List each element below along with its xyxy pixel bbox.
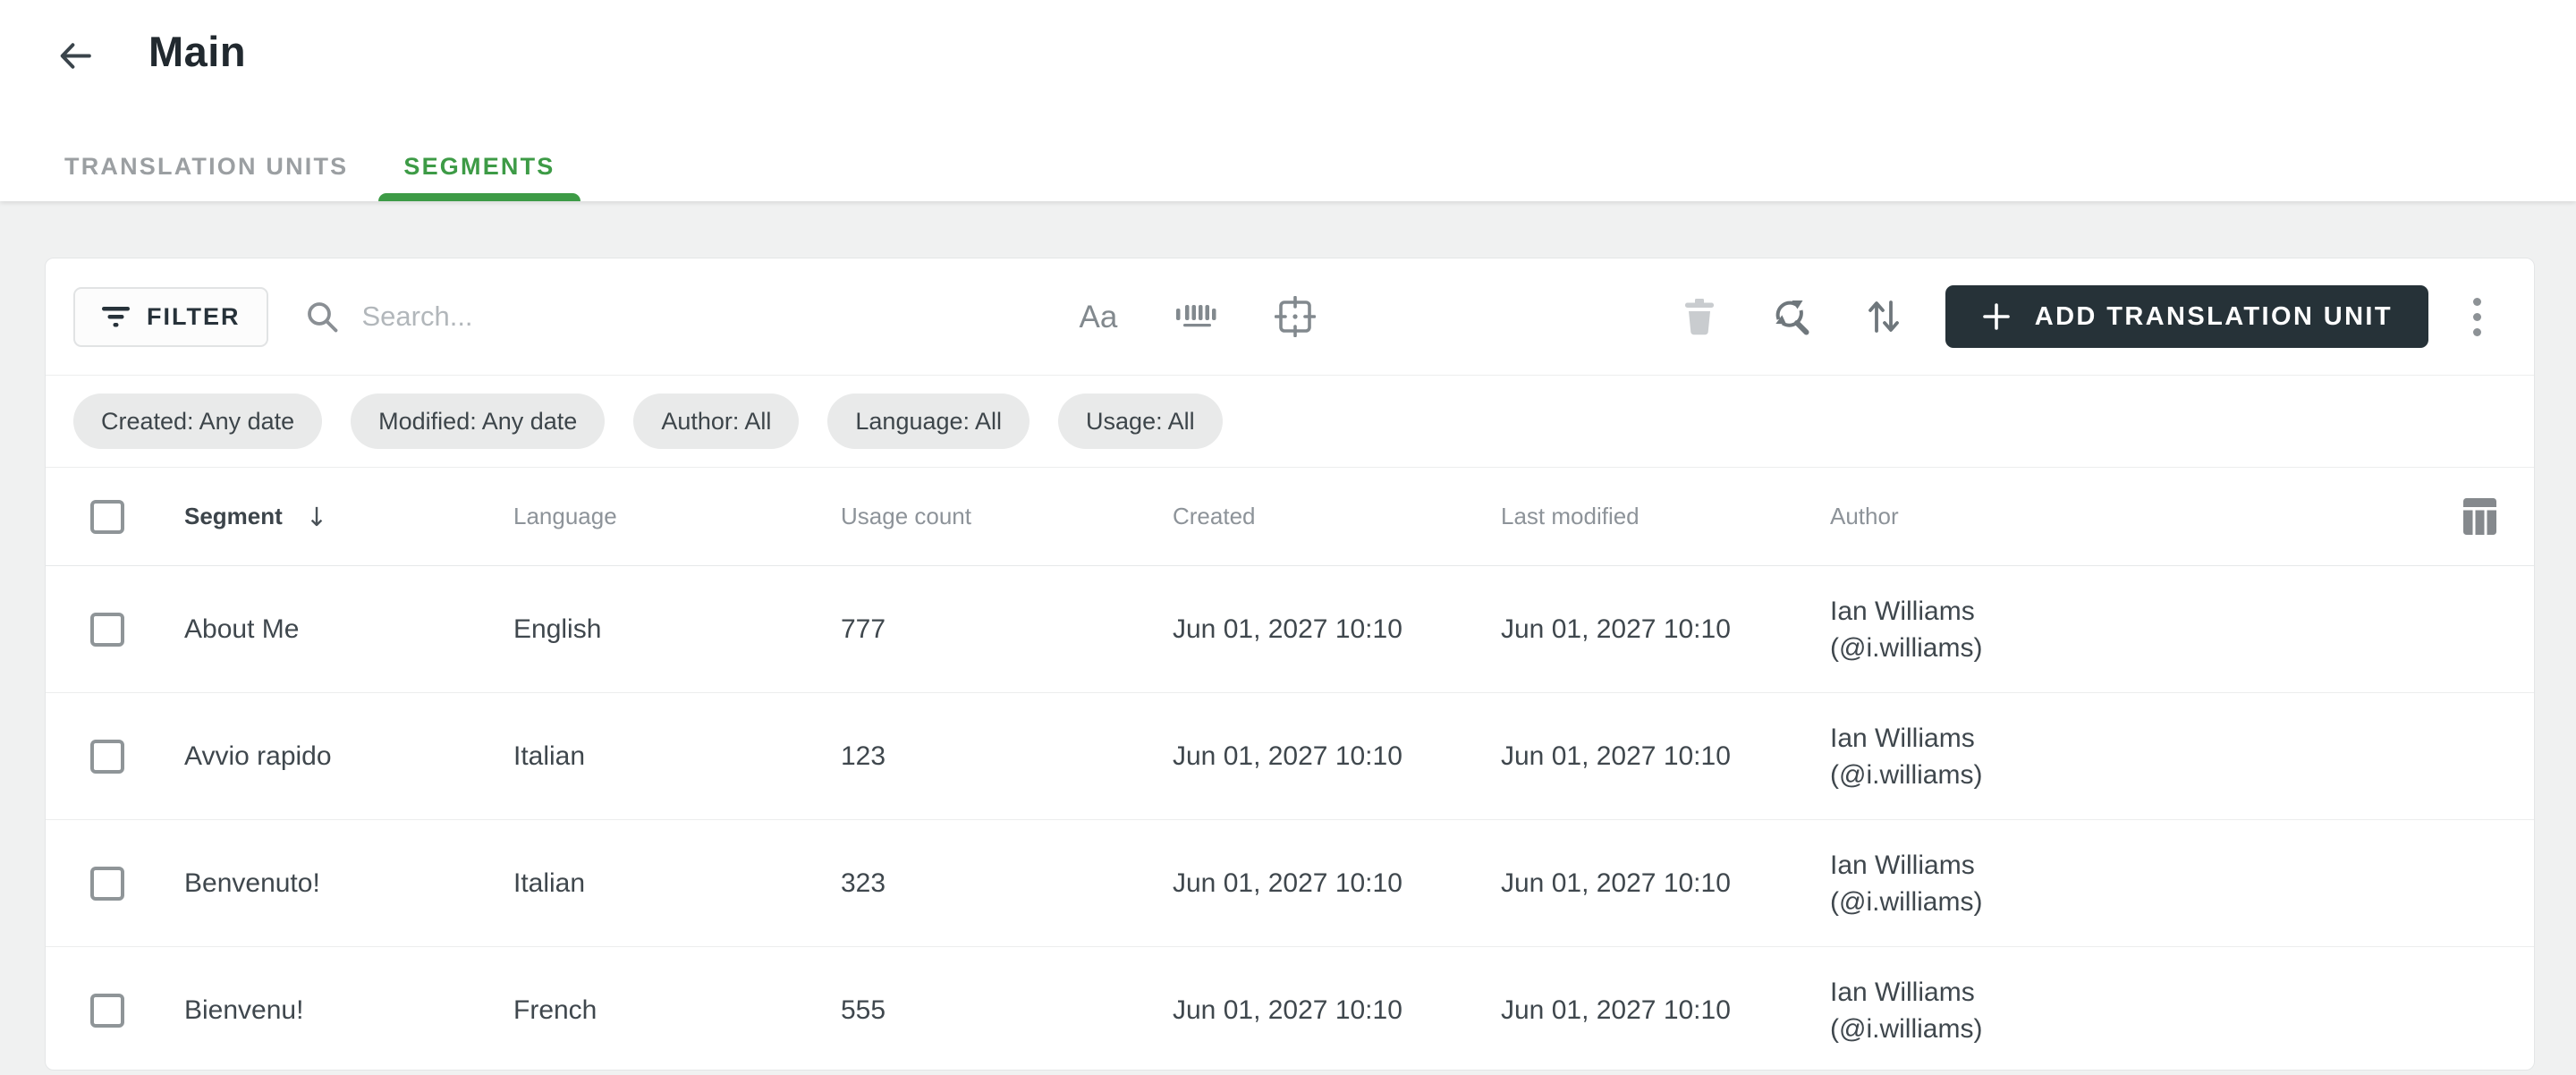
column-header-modified[interactable]: Last modified: [1501, 503, 1830, 530]
more-options-button[interactable]: [2459, 292, 2495, 342]
cell-author: Ian Williams (@i.williams): [1830, 974, 2534, 1047]
cell-author: Ian Williams (@i.williams): [1830, 720, 2534, 793]
cell-segment: Benvenuto!: [184, 868, 320, 898]
plus-icon: [1981, 301, 2012, 332]
author-name: Ian Williams: [1830, 850, 1975, 880]
chip-author[interactable]: Author: All: [633, 394, 800, 449]
tab-bar: TRANSLATION UNITS SEGMENTS: [39, 131, 580, 201]
add-translation-unit-label: ADD TRANSLATION UNIT: [2034, 301, 2393, 331]
author-handle: (@i.williams): [1830, 1013, 1983, 1044]
search-input[interactable]: [361, 300, 988, 333]
chip-modified[interactable]: Modified: Any date: [351, 394, 606, 449]
cell-segment: Bienvenu!: [184, 995, 304, 1025]
row-checkbox[interactable]: [90, 993, 124, 1028]
tab-segments[interactable]: SEGMENTS: [378, 131, 580, 201]
column-header-author[interactable]: Author: [1830, 503, 1899, 530]
header-checkbox-cell: [46, 499, 184, 534]
cell-modified: Jun 01, 2027 10:10: [1501, 614, 1731, 644]
toolbar: FILTER Aa: [46, 258, 2534, 376]
cell-created: Jun 01, 2027 10:10: [1173, 614, 1402, 644]
cell-language: Italian: [513, 868, 586, 898]
author-name: Ian Williams: [1830, 723, 1975, 753]
cell-usage: 555: [841, 995, 886, 1025]
search-options: Aa: [1079, 296, 1317, 337]
header-author-and-columns: Author: [1830, 498, 2534, 535]
column-header-language[interactable]: Language: [513, 503, 841, 530]
sort-arrows-icon[interactable]: [1865, 296, 1902, 337]
cell-language: Italian: [513, 741, 586, 771]
author-name: Ian Williams: [1830, 596, 1975, 626]
table-row[interactable]: Bienvenu! French 555 Jun 01, 2027 10:10 …: [46, 947, 2534, 1070]
app-header: Main TRANSLATION UNITS SEGMENTS: [0, 0, 2576, 201]
table-header-row: Segment ↓ Language Usage count Created L…: [46, 468, 2534, 566]
table-row[interactable]: About Me English 777 Jun 01, 2027 10:10 …: [46, 566, 2534, 693]
column-header-usage[interactable]: Usage count: [841, 503, 1173, 530]
chip-language[interactable]: Language: All: [827, 394, 1030, 449]
select-all-checkbox[interactable]: [90, 499, 124, 534]
filter-chips-row: Created: Any date Modified: Any date Aut…: [46, 376, 2534, 468]
sort-desc-icon[interactable]: ↓: [306, 502, 327, 532]
cell-created: Jun 01, 2027 10:10: [1173, 741, 1402, 771]
row-checkbox[interactable]: [90, 866, 124, 901]
page-title: Main: [148, 28, 247, 75]
add-translation-unit-button[interactable]: ADD TRANSLATION UNIT: [1945, 285, 2428, 348]
cell-modified: Jun 01, 2027 10:10: [1501, 741, 1731, 771]
author-handle: (@i.williams): [1830, 759, 1983, 790]
cell-usage: 123: [841, 741, 886, 771]
column-header-segment[interactable]: Segment ↓: [184, 502, 513, 532]
tab-translation-units[interactable]: TRANSLATION UNITS: [39, 131, 373, 201]
cell-usage: 323: [841, 868, 886, 898]
filter-button-label: FILTER: [147, 302, 241, 330]
arrow-left-icon: [55, 36, 96, 76]
author-name: Ian Williams: [1830, 977, 1975, 1007]
chip-usage[interactable]: Usage: All: [1058, 394, 1223, 449]
author-handle: (@i.williams): [1830, 632, 1983, 663]
cell-created: Jun 01, 2027 10:10: [1173, 995, 1402, 1025]
cell-language: French: [513, 995, 597, 1025]
scan-frame-icon[interactable]: [1275, 296, 1317, 337]
search-box: [304, 299, 1029, 334]
toolbar-actions: [1682, 296, 1902, 337]
trash-icon[interactable]: [1682, 297, 1716, 336]
table-row[interactable]: Avvio rapido Italian 123 Jun 01, 2027 10…: [46, 693, 2534, 820]
barcode-icon[interactable]: [1174, 299, 1217, 334]
table-row[interactable]: Benvenuto! Italian 323 Jun 01, 2027 10:1…: [46, 820, 2534, 947]
cell-segment: Avvio rapido: [184, 741, 332, 771]
kebab-dot: [2472, 312, 2481, 321]
cell-author: Ian Williams (@i.williams): [1830, 593, 2534, 666]
cell-language: English: [513, 614, 602, 644]
cell-modified: Jun 01, 2027 10:10: [1501, 995, 1731, 1025]
filter-icon: [102, 306, 130, 328]
columns-settings-icon[interactable]: [2463, 498, 2496, 535]
match-case-icon[interactable]: Aa: [1079, 301, 1117, 333]
content-area: FILTER Aa: [0, 201, 2576, 1075]
column-header-segment-label: Segment: [184, 503, 283, 529]
kebab-dot: [2472, 327, 2481, 336]
cell-modified: Jun 01, 2027 10:10: [1501, 868, 1731, 898]
filter-button[interactable]: FILTER: [73, 286, 269, 347]
back-button[interactable]: [52, 32, 98, 79]
search-icon: [304, 299, 340, 334]
cell-usage: 777: [841, 614, 886, 644]
cell-author: Ian Williams (@i.williams): [1830, 847, 2534, 920]
find-replace-icon[interactable]: [1770, 296, 1811, 337]
column-header-created[interactable]: Created: [1173, 503, 1501, 530]
row-checkbox[interactable]: [90, 739, 124, 774]
row-checkbox[interactable]: [90, 612, 124, 647]
segments-card: FILTER Aa: [45, 258, 2535, 1071]
cell-segment: About Me: [184, 614, 300, 644]
cell-created: Jun 01, 2027 10:10: [1173, 868, 1402, 898]
author-handle: (@i.williams): [1830, 886, 1983, 917]
chip-created[interactable]: Created: Any date: [73, 394, 323, 449]
kebab-dot: [2472, 297, 2481, 306]
